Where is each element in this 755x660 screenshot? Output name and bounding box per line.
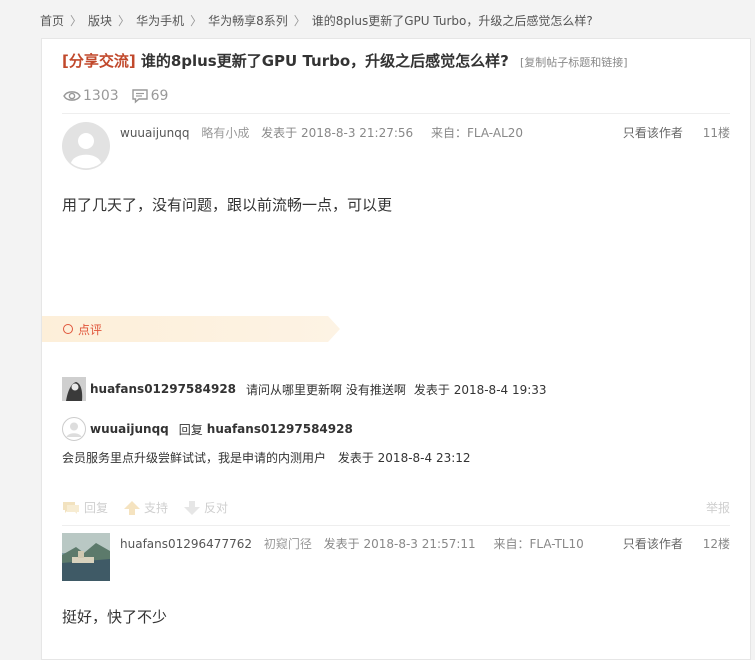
thread-title-row: [分享交流] 谁的8plus更新了GPU Turbo，升级之后感觉怎么样? [复… bbox=[62, 50, 628, 71]
comments-header: 点评 bbox=[42, 316, 340, 342]
post-device: 来自：FLA-AL20 bbox=[431, 126, 524, 140]
post-meta-right: 只看该作者 12楼 bbox=[623, 535, 730, 552]
comments-label: 点评 bbox=[78, 323, 103, 337]
report-button[interactable]: 举报 bbox=[706, 499, 730, 516]
arrow-up-icon bbox=[124, 500, 141, 515]
breadcrumb-enjoy8-series[interactable]: 华为畅享8系列 bbox=[208, 14, 288, 28]
thread-category-tag[interactable]: [分享交流] bbox=[62, 52, 136, 70]
comment-item: wuuaijunqq 回复 huafans01297584928 bbox=[62, 417, 363, 441]
reply-word: 回复 bbox=[178, 422, 203, 437]
post-author-name[interactable]: wuuaijunqq bbox=[120, 126, 190, 140]
arrow-down-icon bbox=[184, 500, 201, 515]
post-header: huafans01296477762 初窥门径 发表于 2018-8-3 21:… bbox=[62, 533, 730, 583]
oppose-label: 反对 bbox=[204, 501, 229, 515]
views-count: 1303 bbox=[83, 88, 119, 104]
comment-item: huafans01297584928 请问从哪里更新啊 没有推送啊 发表于 20… bbox=[62, 377, 547, 401]
breadcrumb-current-thread[interactable]: 谁的8plus更新了GPU Turbo，升级之后感觉怎么样? bbox=[312, 14, 593, 28]
post-device: 来自：FLA-TL10 bbox=[493, 537, 584, 551]
post-meta: huafans01296477762 初窥门径 发表于 2018-8-3 21:… bbox=[120, 535, 584, 552]
post-header: wuuaijunqq 略有小成 发表于 2018-8-3 21:27:56 来自… bbox=[62, 122, 730, 172]
user-avatar[interactable] bbox=[62, 377, 86, 401]
comment-time: 发表于 2018-8-4 19:33 bbox=[413, 382, 547, 397]
reply-button[interactable]: 回复 bbox=[62, 499, 108, 516]
user-rank: 初窥门径 bbox=[263, 537, 312, 551]
divider bbox=[62, 113, 730, 114]
floor-number[interactable]: 11楼 bbox=[703, 126, 730, 140]
breadcrumb-huawei-phones[interactable]: 华为手机 bbox=[136, 14, 184, 28]
user-avatar[interactable] bbox=[62, 533, 110, 581]
user-rank: 略有小成 bbox=[201, 126, 250, 140]
chevron-right-icon: 〉 bbox=[70, 14, 83, 28]
chevron-right-icon: 〉 bbox=[118, 14, 131, 28]
eye-icon bbox=[63, 91, 81, 101]
floor-number[interactable]: 12楼 bbox=[703, 537, 730, 551]
views-stat: 1303 bbox=[63, 88, 119, 104]
default-avatar[interactable] bbox=[62, 122, 110, 170]
chevron-right-icon: 〉 bbox=[190, 14, 203, 28]
breadcrumb-home[interactable]: 首页 bbox=[40, 14, 64, 28]
oppose-button[interactable]: 反对 bbox=[184, 499, 228, 516]
post-author-name[interactable]: huafans01296477762 bbox=[120, 537, 252, 551]
post-meta: wuuaijunqq 略有小成 发表于 2018-8-3 21:27:56 来自… bbox=[120, 124, 523, 141]
post-content: 挺好，快了不少 bbox=[62, 608, 168, 626]
only-view-author-link[interactable]: 只看该作者 bbox=[623, 537, 683, 551]
comment-text: 请问从哪里更新啊 没有推送啊 bbox=[246, 382, 406, 397]
post-time: 发表于 2018-8-3 21:57:11 bbox=[323, 537, 476, 551]
comment-author[interactable]: huafans01297584928 bbox=[90, 382, 236, 396]
comment-time: 发表于 2018-8-4 23:12 bbox=[337, 451, 471, 465]
post-content: 用了几天了，没有问题，跟以前流畅一点，可以更 bbox=[62, 196, 393, 214]
only-view-author-link[interactable]: 只看该作者 bbox=[623, 126, 683, 140]
default-avatar[interactable] bbox=[62, 417, 86, 441]
post-actions: 回复 支持 反对 举报 bbox=[62, 499, 730, 516]
replies-count: 69 bbox=[150, 88, 169, 104]
copy-title-link-button[interactable]: [复制帖子标题和链接] bbox=[520, 56, 628, 69]
reply-label: 回复 bbox=[84, 501, 109, 515]
thread-stats: 1303 69 bbox=[63, 88, 180, 104]
reply-target-user[interactable]: huafans01297584928 bbox=[207, 422, 353, 436]
support-label: 支持 bbox=[144, 501, 169, 515]
reply-icon bbox=[63, 501, 79, 514]
divider bbox=[62, 525, 730, 526]
comment-author[interactable]: wuuaijunqq bbox=[90, 422, 169, 436]
post-meta-right: 只看该作者 11楼 bbox=[623, 124, 730, 141]
support-button[interactable]: 支持 bbox=[124, 499, 168, 516]
chevron-right-icon: 〉 bbox=[293, 14, 306, 28]
breadcrumb: 首页〉版块〉华为手机〉华为畅享8系列〉谁的8plus更新了GPU Turbo，升… bbox=[40, 12, 593, 29]
replies-stat: 69 bbox=[131, 88, 169, 104]
breadcrumb-forums[interactable]: 版块 bbox=[88, 14, 112, 28]
circle-icon bbox=[63, 324, 73, 334]
comment-text: 会员服务里点升级尝鲜试试，我是申请的内测用户 bbox=[62, 451, 327, 465]
comment-icon bbox=[131, 89, 148, 104]
post-time: 发表于 2018-8-3 21:27:56 bbox=[261, 126, 414, 140]
comment-reply-body: 会员服务里点升级尝鲜试试，我是申请的内测用户 发表于 2018-8-4 23:1… bbox=[62, 449, 471, 466]
thread-card: [分享交流] 谁的8plus更新了GPU Turbo，升级之后感觉怎么样? [复… bbox=[41, 38, 751, 660]
thread-title: 谁的8plus更新了GPU Turbo，升级之后感觉怎么样? bbox=[140, 52, 509, 70]
